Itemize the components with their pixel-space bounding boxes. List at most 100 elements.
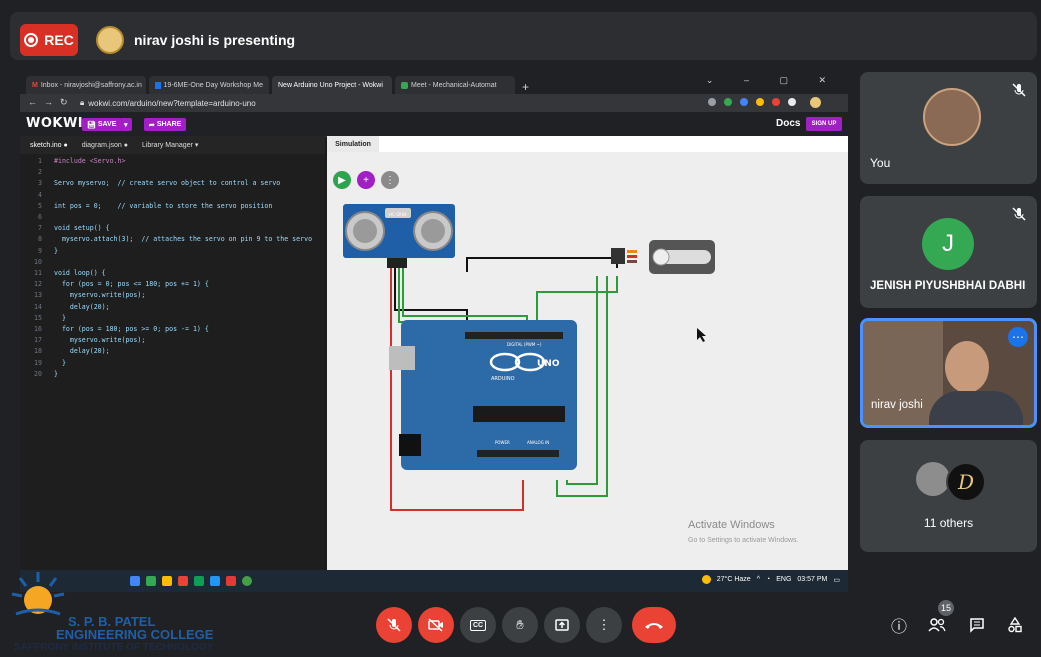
presenter-avatar [96,26,124,54]
wokwi-logo[interactable]: WOKWI [26,116,83,131]
participant-tile-jenish[interactable]: J JENISH PIYUSHBHAI DABHI [860,196,1037,308]
code-line: 10 [20,257,325,268]
activate-windows-title: Activate Windows [688,519,775,531]
meeting-details-icon[interactable]: ⓘ [888,614,910,636]
browser-tab-wokwi[interactable]: New Arduino Uno Project - Wokwi [272,76,392,94]
code-text: for (pos = 0; pos <= 180; pos += 1) { [54,280,209,289]
meet-icon [401,81,408,89]
code-line: 15 } [20,313,325,324]
mic-toggle-button[interactable] [376,607,412,643]
code-line: 8 myservo.attach(3); // attaches the ser… [20,234,325,245]
share-button[interactable]: ➦ SHARE [144,118,187,131]
participant-name: You [870,156,891,170]
add-part-button[interactable]: + [357,171,375,189]
chat-icon[interactable] [966,614,988,636]
save-dropdown-button[interactable]: ▾ [120,118,132,131]
present-button[interactable] [544,607,580,643]
editor-tabs: sketch.ino ● diagram.json ● Library Mana… [20,136,325,154]
board-label: UNO [537,359,560,369]
window-controls[interactable]: ⌄ – ▢ ✕ [706,75,840,86]
activities-icon[interactable] [1004,614,1026,636]
shared-screen: M Inbox - niravjoshi@saffrony.ac.in 19-6M… [20,72,848,592]
chevron-up-icon[interactable]: ^ [757,576,760,583]
forward-icon[interactable]: → [44,97,53,107]
participant-name: nirav joshi [871,399,923,411]
notification-icon[interactable]: ▭ [833,576,840,584]
browser-tab-meet[interactable]: Meet - Mechanical-Automat [395,76,515,94]
activate-windows-subtitle: Go to Settings to activate Windows. [688,537,799,544]
more-options-button[interactable]: ⋮ [586,607,622,643]
end-call-button[interactable] [632,607,676,643]
browser-tab-gmail[interactable]: M Inbox - niravjoshi@saffrony.ac.in [26,76,146,94]
docs-link[interactable]: Docs [776,118,800,129]
college-logo-icon [11,572,65,616]
chevron-down-icon: ▾ [124,121,128,129]
captions-button[interactable]: CC [460,607,496,643]
more-vert-icon: ⋮ [597,617,611,632]
rec-label: REC [44,32,74,48]
code-line: 16 for (pos = 180; pos >= 0; pos -= 1) { [20,324,325,335]
more-options-button[interactable]: ⋮ [381,171,399,189]
extension-icon[interactable] [772,98,780,106]
participant-tile-nirav[interactable]: nirav joshi ⋯ [860,318,1037,428]
reload-icon[interactable]: ↻ [60,97,68,108]
hand-icon: ✋︎ [516,617,524,632]
raise-hand-button[interactable]: ✋︎ [502,607,538,643]
code-line: 14 delay(20); [20,302,325,313]
line-number: 1 [38,157,42,165]
line-number: 18 [34,347,42,356]
line-number: 11 [34,269,42,278]
presenting-banner: nirav joshi is presenting [96,24,296,56]
line-number: 16 [34,325,42,334]
code-text: } [54,369,58,378]
code-line: 19 } [20,358,325,369]
wokwi-header: WOKWI 💾︎ SAVE ▾ ➦ SHARE Docs SIGN UP [20,112,848,137]
tab-library-manager[interactable]: Library Manager ▾ [142,141,198,149]
extension-icon[interactable] [708,98,716,106]
mic-off-icon [387,618,401,632]
profile-icon[interactable] [810,97,821,108]
camera-toggle-button[interactable] [418,607,454,643]
save-button[interactable]: 💾︎ SAVE [82,118,122,131]
code-line: 5 int pos = 0; // variable to store the s… [20,201,325,212]
clock-text: 03:57 PM [797,576,828,583]
signup-button[interactable]: SIGN UP [806,117,842,131]
power-label: POWER [495,440,510,445]
participant-name: 11 others [923,516,974,530]
people-icon[interactable] [926,614,948,636]
avatar: D [946,462,986,502]
extension-icon[interactable] [788,98,796,106]
code-area[interactable]: 1 #include <Servo.h> 2 3 Servo myservo; // c… [20,156,325,380]
extension-icon[interactable] [756,98,764,106]
browser-tab-workshop[interactable]: 19-6ME-One Day Workshop Me [149,76,269,94]
avatar [916,462,950,496]
circuit-diagram: UNO ARDUINO DIGITAL (PWM ~) ANALOG IN PO… [343,204,715,511]
save-icon: 💾︎ [87,121,98,129]
tab-sketch[interactable]: sketch.ino ● [30,142,68,149]
back-icon[interactable]: ← [28,97,37,107]
url-field[interactable]: 🔒︎ wokwi.com/arduino/new?template=arduin… [80,97,500,109]
line-number: 6 [38,213,42,222]
new-tab-button[interactable]: + [522,80,529,94]
simulation-tab[interactable]: Simulation [327,136,379,152]
more-options-icon[interactable]: ⋯ [1008,327,1028,347]
participant-tile-you[interactable]: You [860,72,1037,184]
code-editor[interactable]: sketch.ino ● diagram.json ● Library Mana… [20,136,325,570]
code-line: 17 myservo.write(pos); [20,335,325,346]
tab-diagram[interactable]: diagram.json ● [82,142,128,149]
line-number: 8 [38,235,42,244]
simulation-canvas[interactable]: UNO ARDUINO DIGITAL (PWM ~) ANALOG IN PO… [327,152,848,570]
extension-icon[interactable] [724,98,732,106]
arduino-board [401,320,577,470]
code-text: void loop() { [54,269,106,278]
extension-icon[interactable] [740,98,748,106]
line-number: 10 [34,257,42,266]
lang-text: ENG [776,576,792,583]
code-text: #include <Servo.h> [54,157,126,165]
video-shirt [929,391,1023,425]
participant-tile-others[interactable]: D 11 others [860,440,1037,552]
play-button[interactable]: ▶ [333,171,351,189]
code-text: delay(20); [54,347,110,356]
wifi-icon[interactable]: ◔ [766,576,770,583]
line-number: 2 [38,168,42,177]
